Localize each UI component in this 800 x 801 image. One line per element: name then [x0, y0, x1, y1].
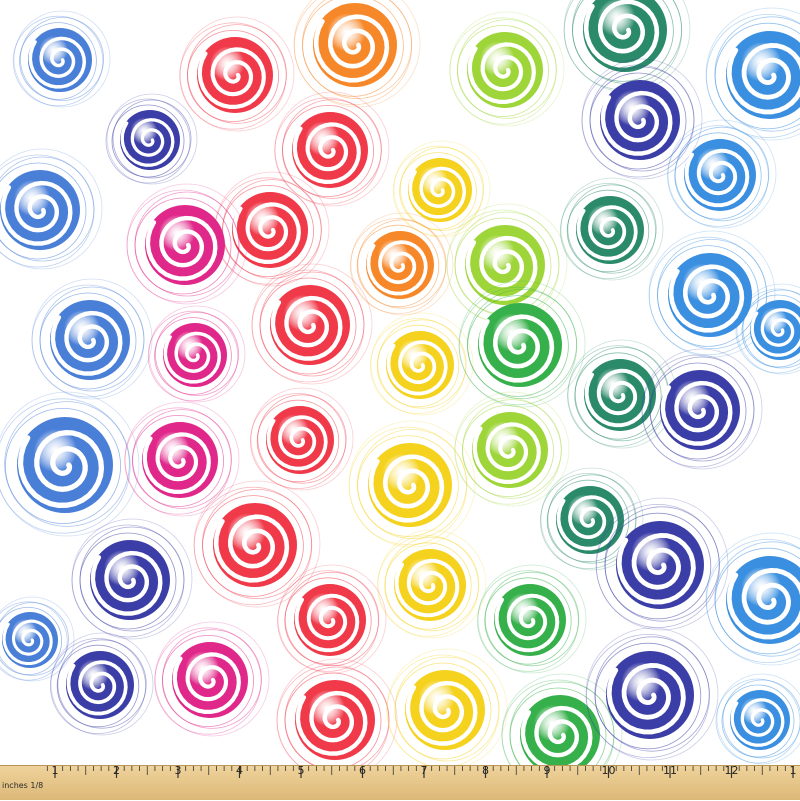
measuring-ruler: inches 1/8 1 2 3 4 5 6 7 8 9 10 11 12 1 — [0, 764, 800, 800]
swirl-circle — [154, 621, 270, 737]
ruler-number: 3 — [174, 764, 182, 777]
swirl-circle — [715, 673, 800, 765]
swirl-circle — [454, 391, 570, 507]
swirl-circle — [214, 171, 330, 287]
ruler-number: 9 — [543, 764, 551, 777]
swirl-circle — [477, 564, 587, 674]
swirl-circle — [567, 339, 677, 449]
swirl-circle — [0, 391, 140, 537]
ruler-number: 6 — [359, 764, 366, 777]
swirl-circle — [126, 183, 248, 305]
swirl-circle — [667, 119, 777, 229]
swirl-circle — [369, 312, 474, 416]
ruler-number: 11 — [663, 764, 677, 777]
swirl-circle — [71, 518, 193, 640]
swirl-circle — [277, 564, 387, 674]
swirl-circle — [50, 632, 154, 736]
swirl-circle — [147, 305, 246, 403]
swirl-circle — [276, 658, 398, 765]
swirl-circle — [0, 596, 75, 682]
swirl-circle — [179, 16, 295, 132]
swirl-circle — [31, 278, 153, 400]
ruler-number: 8 — [482, 764, 489, 777]
swirl-circle — [249, 387, 354, 491]
ruler-number: 12 — [724, 764, 739, 777]
swirl-circle — [501, 673, 623, 765]
swirl-circle — [449, 11, 565, 127]
ruler-caption: inches 1/8 — [2, 781, 44, 790]
swirl-circle — [105, 93, 198, 185]
ruler-number: 10 — [601, 764, 616, 777]
swirl-circle — [293, 0, 421, 108]
ruler-number: 1 — [789, 764, 797, 777]
ruler-number: 2 — [113, 764, 120, 777]
swirl-circle — [560, 177, 664, 281]
swirl-circle — [581, 58, 703, 180]
swirl-circle — [349, 212, 454, 316]
swirl-circle — [12, 10, 111, 108]
swirl-circle — [563, 0, 691, 93]
fabric-pattern — [0, 0, 800, 765]
ruler-number: 7 — [420, 764, 428, 777]
ruler-number: 5 — [297, 764, 305, 777]
swirl-circle — [705, 532, 800, 666]
swirl-circle — [386, 648, 508, 765]
swirl-circle — [124, 401, 240, 517]
swirl-circle — [377, 529, 487, 639]
swirl-circle — [193, 480, 321, 608]
ruler-ticks — [46, 766, 794, 778]
ruler-number: 1 — [51, 764, 59, 777]
swirl-circle — [0, 148, 103, 270]
swirl-circle — [274, 91, 390, 207]
ruler-number: 4 — [236, 764, 243, 777]
